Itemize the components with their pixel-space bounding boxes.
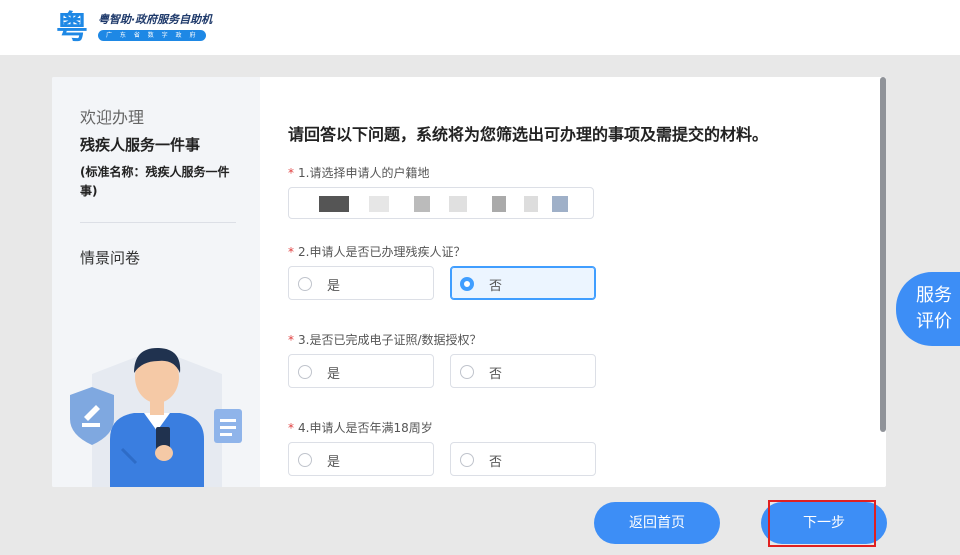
required-mark: * xyxy=(288,333,294,347)
q4-option-no[interactable]: 否 xyxy=(450,442,596,476)
return-home-button[interactable]: 返回首页 xyxy=(594,502,720,544)
radio-icon[interactable] xyxy=(460,453,474,467)
scrollbar[interactable] xyxy=(880,77,886,432)
logo-icon: 粤 xyxy=(56,8,92,46)
standard-name: (标准名称：残疾人服务一件事) xyxy=(80,163,245,201)
logo-title: 粤智助·政府服务自助机 xyxy=(98,11,212,27)
main-card: 欢迎办理 残疾人服务一件事 (标准名称：残疾人服务一件事) 情景问卷 请回答以下… xyxy=(52,77,886,487)
q4-option-yes[interactable]: 是 xyxy=(288,442,434,476)
logo: 粤 粤智助·政府服务自助机 广 东 省 数 字 政 府 xyxy=(56,8,216,46)
service-name: 残疾人服务一件事 xyxy=(80,134,200,155)
questionnaire-panel: 请回答以下问题，系统将为您筛选出可办理的事项及需提交的材料。 *1.请选择申请人… xyxy=(260,77,886,487)
top-bar: 粤 粤智助·政府服务自助机 广 东 省 数 字 政 府 xyxy=(0,0,960,55)
sidebar-item-questionnaire[interactable]: 情景问卷 xyxy=(80,247,140,268)
radio-icon[interactable] xyxy=(298,453,312,467)
radio-icon[interactable] xyxy=(298,277,312,291)
required-mark: * xyxy=(288,245,294,259)
q2-option-yes[interactable]: 是 xyxy=(288,266,434,300)
required-mark: * xyxy=(288,166,294,180)
required-mark: * xyxy=(288,421,294,435)
radio-checked-icon[interactable] xyxy=(460,277,474,291)
radio-icon[interactable] xyxy=(460,365,474,379)
logo-subtitle: 广 东 省 数 字 政 府 xyxy=(98,30,206,41)
q2-option-no[interactable]: 否 xyxy=(450,266,596,300)
question-3-label: *3.是否已完成电子证照/数据授权？ xyxy=(288,331,482,348)
q3-option-yes[interactable]: 是 xyxy=(288,354,434,388)
question-2-label: *2.申请人是否已办理残疾人证？ xyxy=(288,243,465,260)
question-4-label: *4.申请人是否年满18周岁 xyxy=(288,419,433,436)
question-1-label: *1.请选择申请人的户籍地 xyxy=(288,164,429,181)
page-title: 请回答以下问题，系统将为您筛选出可办理的事项及需提交的材料。 xyxy=(288,121,768,145)
q3-option-no[interactable]: 否 xyxy=(450,354,596,388)
service-evaluation-tab[interactable]: 服务 评价 xyxy=(896,272,960,346)
highlight-box xyxy=(768,500,876,547)
sidebar: 欢迎办理 残疾人服务一件事 (标准名称：残疾人服务一件事) 情景问卷 xyxy=(52,77,260,487)
radio-icon[interactable] xyxy=(298,365,312,379)
household-location-select[interactable] xyxy=(288,187,594,219)
person-illustration-icon xyxy=(62,339,252,487)
sidebar-divider xyxy=(80,222,236,223)
welcome-text: 欢迎办理 xyxy=(80,104,144,128)
redacted-block xyxy=(319,196,349,212)
